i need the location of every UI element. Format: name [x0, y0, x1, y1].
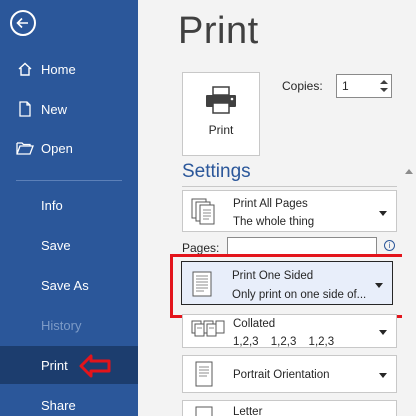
pages-stack-icon: [191, 198, 215, 225]
sidebar-item-info[interactable]: Info: [0, 186, 138, 224]
highlight-annotation-box: [170, 254, 408, 318]
paper-icon: [195, 406, 213, 416]
dropdown-primary-text: Portrait Orientation: [233, 369, 330, 381]
sidebar-item-history: History: [0, 306, 138, 344]
chevron-down-icon: [379, 330, 387, 335]
dropdown-primary-text: Collated: [233, 318, 276, 330]
settings-divider: [182, 186, 397, 187]
info-icon[interactable]: i: [384, 240, 395, 251]
sidebar-item-label: History: [41, 317, 82, 333]
back-button[interactable]: [10, 10, 36, 36]
chevron-down-icon: [379, 211, 387, 216]
collated-pages-icon: [191, 320, 225, 337]
dropdown-secondary-text: The whole thing: [233, 216, 315, 228]
new-document-icon: [16, 100, 34, 118]
spin-arrows-icon[interactable]: [380, 79, 388, 93]
copies-stepper[interactable]: 1: [336, 74, 392, 98]
backstage-sidebar: Home New Open Info Save Save As History …: [0, 0, 138, 416]
collation-dropdown[interactable]: Collated 1,2,3 1,2,3 1,2,3: [182, 314, 397, 348]
home-icon: [16, 60, 34, 78]
back-arrow-icon: [16, 17, 28, 29]
sidebar-item-home[interactable]: Home: [0, 50, 138, 88]
sidebar-item-label: Print: [41, 357, 68, 373]
sidebar-item-label: Info: [41, 197, 63, 213]
printer-icon: [206, 86, 236, 114]
orientation-dropdown[interactable]: Portrait Orientation: [182, 355, 397, 393]
print-pane: Print Print Copies: 1 Settings Print All…: [138, 0, 416, 416]
print-range-dropdown[interactable]: Print All Pages The whole thing: [182, 190, 397, 232]
portrait-page-icon: [195, 361, 213, 387]
sidebar-item-label: Share: [41, 397, 76, 413]
sidebar-item-label: Open: [41, 140, 73, 156]
dropdown-primary-text: Print All Pages: [233, 198, 308, 210]
sidebar-item-save[interactable]: Save: [0, 226, 138, 264]
chevron-down-icon: [379, 373, 387, 378]
page-title: Print: [178, 10, 259, 52]
sidebar-item-print[interactable]: Print: [0, 346, 138, 384]
settings-heading: Settings: [182, 161, 251, 182]
sidebar-item-new[interactable]: New: [0, 90, 138, 128]
sidebar-divider: [16, 180, 122, 181]
settings-scrollbar[interactable]: [402, 166, 416, 416]
sidebar-item-label: Save As: [41, 277, 89, 293]
print-button[interactable]: Print: [182, 72, 260, 156]
print-button-label: Print: [208, 123, 234, 137]
copies-value: 1: [342, 79, 349, 93]
left-arrow-annotation-icon: [79, 354, 111, 378]
copies-label: Copies:: [282, 79, 323, 93]
pages-label: Pages:: [182, 241, 220, 255]
sidebar-item-label: Save: [41, 237, 71, 253]
dropdown-primary-text: Letter: [233, 406, 263, 416]
sidebar-item-save-as[interactable]: Save As: [0, 266, 138, 304]
paper-size-dropdown[interactable]: Letter: [182, 400, 397, 416]
scroll-up-icon[interactable]: [405, 169, 413, 174]
sidebar-item-label: Home: [41, 61, 76, 77]
dropdown-secondary-text: 1,2,3 1,2,3 1,2,3: [233, 336, 335, 348]
sidebar-item-open[interactable]: Open: [0, 129, 138, 167]
sidebar-item-share[interactable]: Share: [0, 386, 138, 416]
open-folder-icon: [16, 139, 34, 157]
sidebar-item-label: New: [41, 101, 68, 117]
